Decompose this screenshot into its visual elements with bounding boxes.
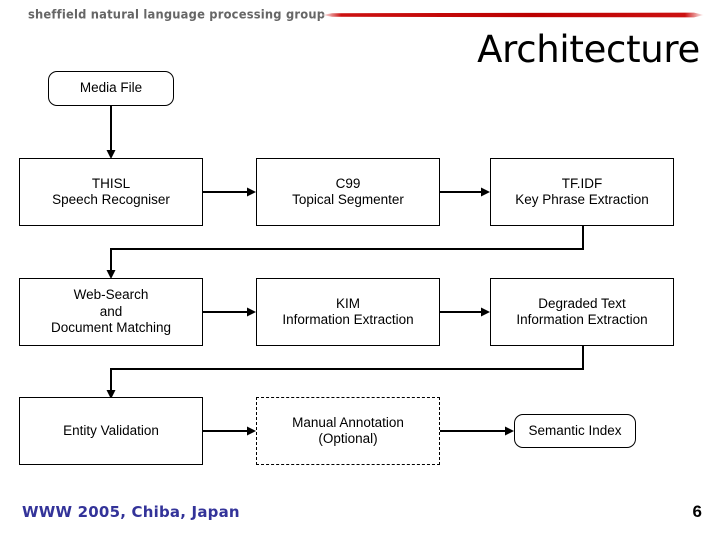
node-tfidf-key-phrase-extraction[interactable]: TF.IDF Key Phrase Extraction xyxy=(490,158,674,226)
node-thisl-speech-recogniser[interactable]: THISL Speech Recogniser xyxy=(19,158,203,226)
footer-conference-label: WWW 2005, Chiba, Japan xyxy=(22,503,240,521)
node-kim-information-extraction[interactable]: KIM Information Extraction xyxy=(256,278,440,346)
node-entity-validation[interactable]: Entity Validation xyxy=(19,397,203,465)
node-manual-annotation[interactable]: Manual Annotation (Optional) xyxy=(256,397,440,465)
slide-canvas: sheffield natural language processing gr… xyxy=(0,0,720,540)
node-media-file[interactable]: Media File xyxy=(48,71,174,106)
node-c99-topical-segmenter[interactable]: C99 Topical Segmenter xyxy=(256,158,440,226)
node-web-search-document-matching[interactable]: Web-Search and Document Matching xyxy=(19,278,203,346)
node-degraded-text-information-extraction[interactable]: Degraded Text Information Extraction xyxy=(490,278,674,346)
footer-page-number: 6 xyxy=(692,502,702,521)
node-semantic-index[interactable]: Semantic Index xyxy=(514,414,636,448)
